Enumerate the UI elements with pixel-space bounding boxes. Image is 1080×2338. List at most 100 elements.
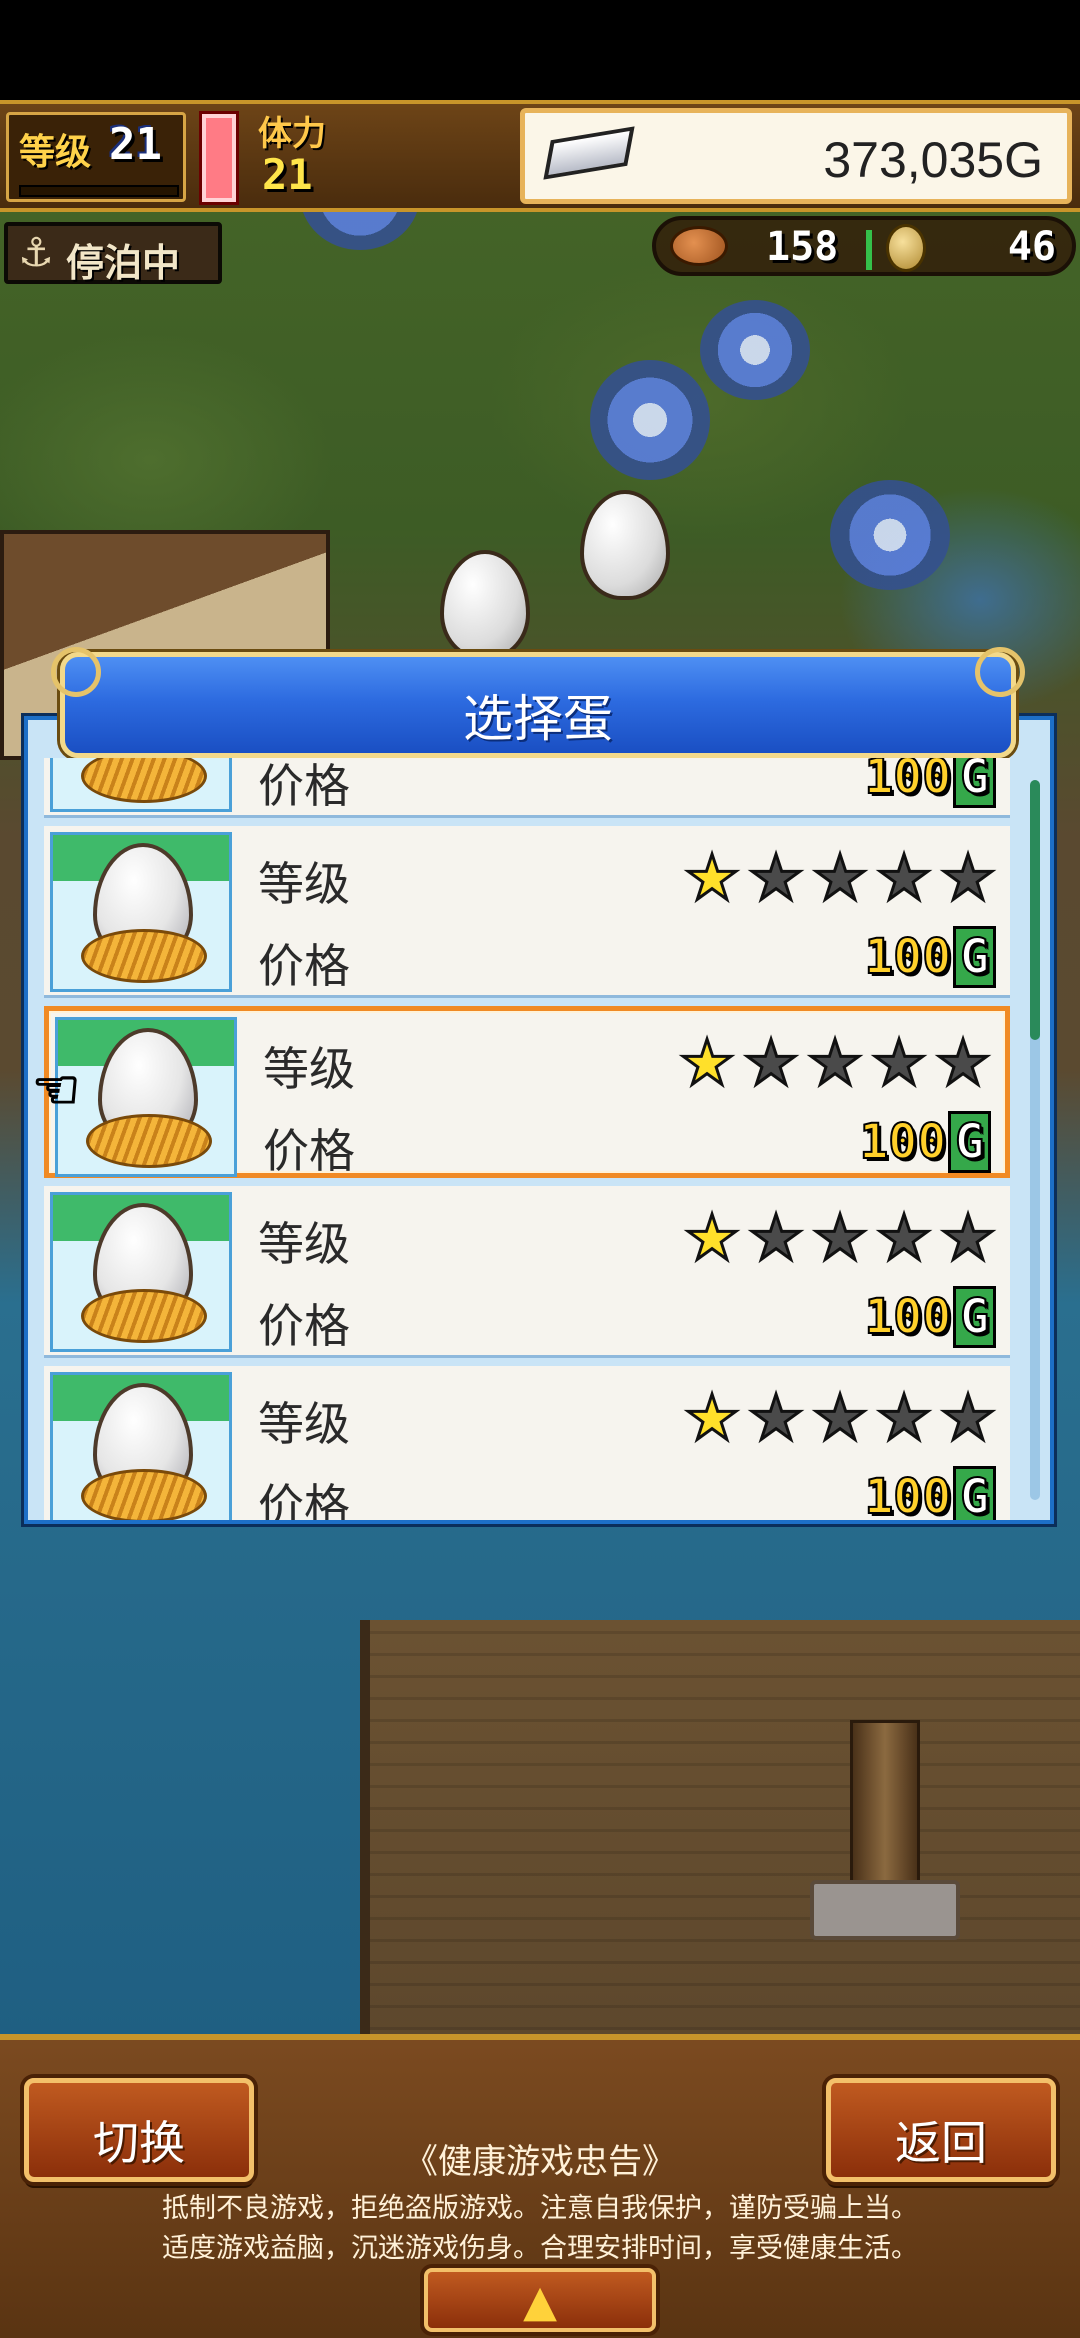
egg-row[interactable]: 等级价格★★★★★100G: [44, 1186, 1010, 1358]
star-filled-icon: ★: [683, 841, 742, 914]
egg-decoration: [440, 550, 530, 660]
egg-list[interactable]: 等级价格★★★★★100G等级价格★★★★★100G等级价格★★★★★100G等…: [44, 758, 1010, 1520]
grade-stars: ★ ★ ★ ★ ★: [682, 841, 998, 914]
list-scrollbar[interactable]: [1030, 780, 1040, 1500]
expand-menu-button[interactable]: ▲: [424, 2268, 656, 2332]
egg-thumbnail: [50, 1192, 232, 1352]
nest-icon: [81, 758, 207, 803]
moored-status-label: 停泊中: [66, 241, 181, 285]
pointer-hand-icon: ☜: [31, 1058, 81, 1121]
price-value: 100 G: [858, 1111, 991, 1173]
resource-display[interactable]: 158 46: [652, 216, 1076, 276]
top-hud: 等级 21 体力 21 373,035G: [0, 100, 1080, 212]
dialog-title: 选择蛋: [463, 690, 613, 748]
price-unit: G: [953, 1286, 996, 1348]
star-empty-icon: ★: [742, 1026, 801, 1099]
star-empty-icon: ★: [747, 1201, 806, 1274]
nest-icon: [81, 929, 207, 983]
price-amount: 100: [863, 1288, 952, 1346]
price-amount: 100: [863, 758, 952, 806]
price-value: 100 G: [863, 926, 996, 988]
star-empty-icon: ★: [875, 841, 934, 914]
bottom-panel: 切换 返回 《健康游戏忠告》 抵制不良游戏，拒绝盗版游戏。注意自我保护，谨防受骗…: [0, 2034, 1080, 2338]
grade-label: 等级: [263, 1042, 355, 1096]
player-level-box[interactable]: 等级 21: [6, 112, 186, 202]
grade-label: 等级: [258, 1217, 350, 1271]
price-label: 价格: [258, 1299, 350, 1353]
stamina-bar: [202, 114, 236, 202]
egg-row[interactable]: 等级价格★★★★★100G: [44, 758, 1010, 818]
price-amount: 100: [863, 928, 952, 986]
egg-thumbnail: [50, 758, 232, 812]
egg-row[interactable]: 等级价格★★★★★100G: [44, 826, 1010, 998]
egg-decoration: [580, 490, 670, 600]
price-unit: G: [948, 1111, 991, 1173]
grade-stars: ★ ★ ★ ★ ★: [677, 1026, 993, 1099]
star-empty-icon: ★: [811, 841, 870, 914]
flower-bush: [590, 360, 710, 480]
scrollbar-thumb[interactable]: [1030, 780, 1040, 1040]
stamina-label: 体力: [258, 114, 326, 154]
price-value: 100 G: [863, 1466, 996, 1520]
status-bar-area: [0, 0, 1080, 100]
price-label: 价格: [263, 1124, 355, 1178]
egg-row[interactable]: 等级价格★★★★★100G: [44, 1006, 1010, 1178]
medal-coin-icon: [886, 224, 926, 272]
nest-icon: [81, 1469, 207, 1520]
star-filled-icon: ★: [683, 1201, 742, 1274]
star-empty-icon: ★: [875, 1201, 934, 1274]
price-unit: G: [953, 1466, 996, 1520]
triangle-up-icon: ▲: [523, 2276, 557, 2327]
grade-stars: ★ ★ ★ ★ ★: [682, 1201, 998, 1274]
price-label: 价格: [258, 1479, 350, 1520]
flower-bush: [830, 480, 950, 590]
price-value: 100 G: [863, 758, 996, 808]
price-unit: G: [953, 758, 996, 808]
grade-stars: ★ ★ ★ ★ ★: [682, 1381, 998, 1454]
price-unit: G: [953, 926, 996, 988]
price-value: 100 G: [863, 1286, 996, 1348]
star-empty-icon: ★: [870, 1026, 929, 1099]
egg-thumbnail: [50, 832, 232, 992]
anchor-icon: ⚓: [18, 230, 54, 276]
star-filled-icon: ★: [678, 1026, 737, 1099]
health-advisory-line: 抵制不良游戏，拒绝盗版游戏。注意自我保护，谨防受骗上当。: [162, 2193, 918, 2224]
stamina-value: 21: [262, 150, 313, 199]
mast-base: [810, 1880, 960, 1940]
price-label: 价格: [258, 939, 350, 993]
nest-icon: [86, 1114, 212, 1168]
price-amount: 100: [863, 1468, 952, 1520]
nest-icon: [81, 1289, 207, 1343]
level-value: 21: [109, 119, 162, 170]
star-empty-icon: ★: [811, 1381, 870, 1454]
coin-value: 46: [1007, 224, 1056, 270]
dialog-header: 选择蛋: [51, 647, 1025, 758]
price-amount: 100: [858, 1113, 947, 1171]
silver-bar-icon: [543, 126, 635, 180]
egg-row[interactable]: 等级价格★★★★★100G: [44, 1366, 1010, 1520]
star-filled-icon: ★: [683, 1381, 742, 1454]
star-empty-icon: ★: [747, 841, 806, 914]
money-display[interactable]: 373,035G: [520, 108, 1072, 204]
star-empty-icon: ★: [939, 1381, 998, 1454]
food-value: 158: [766, 224, 839, 270]
health-advisory-title: 《健康游戏忠告》: [404, 2142, 676, 2182]
star-empty-icon: ★: [806, 1026, 865, 1099]
star-empty-icon: ★: [811, 1201, 870, 1274]
grade-label: 等级: [258, 857, 350, 911]
star-empty-icon: ★: [747, 1381, 806, 1454]
moored-status[interactable]: ⚓ 停泊中: [4, 222, 222, 285]
egg-thumbnail: [50, 1372, 232, 1520]
star-empty-icon: ★: [939, 1201, 998, 1274]
health-advisory-line: 适度游戏益脑，沉迷游戏伤身。合理安排时间，享受健康生活。: [162, 2233, 918, 2264]
star-empty-icon: ★: [939, 841, 998, 914]
star-empty-icon: ★: [934, 1026, 993, 1099]
price-label: 价格: [258, 759, 350, 813]
level-progress-bar: [19, 185, 179, 197]
grade-label: 等级: [258, 1397, 350, 1451]
food-icon: [670, 226, 728, 266]
flower-bush: [700, 300, 810, 400]
money-value: 373,035G: [823, 132, 1043, 188]
resource-divider: [866, 230, 872, 270]
star-empty-icon: ★: [875, 1381, 934, 1454]
